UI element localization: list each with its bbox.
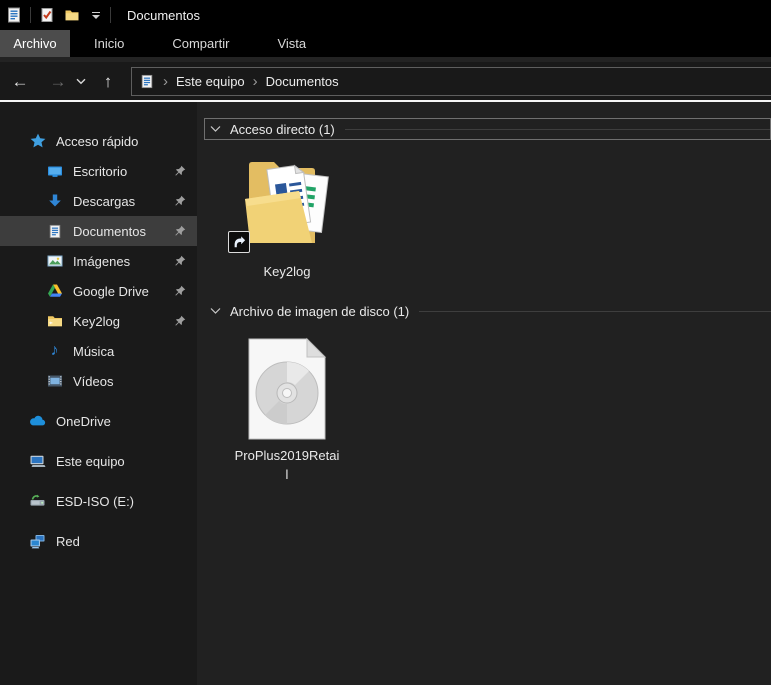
group-title: Acceso directo (1)	[230, 121, 335, 137]
documents-icon	[46, 223, 63, 240]
properties-check-icon[interactable]	[38, 6, 56, 24]
chevron-down-icon	[210, 125, 221, 133]
pin-icon	[173, 165, 186, 178]
sidebar-item-red[interactable]: Red	[0, 526, 197, 556]
group-rule	[419, 310, 771, 312]
window-document-icon	[5, 6, 23, 24]
explorer-window: Documentos Archivo Inicio Compartir Vist…	[0, 0, 771, 685]
group-title: Archivo de imagen de disco (1)	[230, 303, 410, 319]
sidebar-item-label: Acceso rápido	[56, 133, 139, 149]
breadcrumb-documentos[interactable]: Documentos	[266, 74, 339, 89]
tab-vista[interactable]: Vista	[253, 30, 330, 57]
recent-locations-chevron-icon[interactable]	[73, 68, 89, 94]
quick-access-star-icon	[29, 133, 46, 150]
sidebar-item-label: ESD-ISO (E:)	[56, 493, 135, 509]
sidebar-item-imagenes[interactable]: Imágenes	[0, 246, 197, 276]
new-folder-icon[interactable]	[63, 6, 81, 24]
breadcrumb-chevron-icon: ›	[252, 72, 258, 90]
sidebar-item-esd-iso[interactable]: ESD-ISO (E:)	[0, 486, 197, 516]
sidebar-item-documentos[interactable]: Documentos	[0, 216, 197, 246]
sidebar-item-descargas[interactable]: Descargas	[0, 186, 197, 216]
sidebar-item-onedrive[interactable]: OneDrive	[0, 406, 197, 436]
files-view: Acceso directo (1) Key2log Archivo de im…	[197, 102, 771, 685]
file-label: Key2log	[263, 264, 311, 279]
pin-icon	[173, 225, 186, 238]
sidebar-item-musica[interactable]: ♪ Música	[0, 336, 197, 366]
pin-icon	[173, 285, 186, 298]
group-rule	[344, 128, 770, 130]
sidebar-item-label: Este equipo	[56, 453, 125, 469]
file-label: ProPlus2019Retai l	[235, 446, 340, 484]
tab-archivo[interactable]: Archivo	[0, 30, 70, 57]
address-bar[interactable]: › Este equipo › Documentos	[131, 66, 771, 96]
sidebar-item-label: Escritorio	[73, 163, 128, 179]
folder-icon	[46, 313, 63, 330]
title-bar: Documentos	[0, 0, 771, 30]
pin-icon	[173, 315, 186, 328]
sidebar-item-label: Vídeos	[73, 373, 114, 389]
desktop-icon	[46, 163, 63, 180]
tab-inicio[interactable]: Inicio	[70, 30, 148, 57]
pin-icon	[173, 255, 186, 268]
breadcrumb-este-equipo[interactable]: Este equipo	[176, 74, 245, 89]
file-label-line2: l	[285, 467, 289, 482]
sidebar-item-label: Música	[73, 343, 115, 359]
sidebar-item-label: Red	[56, 533, 80, 549]
navigation-toolbar: ← → ↑ › Este equipo › Documentos	[0, 62, 771, 100]
chevron-down-icon	[210, 307, 221, 315]
forward-button[interactable]: →	[45, 68, 71, 94]
music-note-icon: ♪	[50, 342, 59, 359]
shortcut-arrow-icon	[228, 231, 250, 253]
file-item-proplus2019retail[interactable]: ProPlus2019Retai l	[226, 335, 348, 484]
downloads-arrow-icon	[46, 193, 63, 210]
divider	[110, 7, 111, 23]
sidebar-item-label: Documentos	[73, 223, 146, 239]
folder-shortcut-icon	[228, 153, 337, 257]
ribbon-tab-bar: Archivo Inicio Compartir Vista	[0, 30, 771, 57]
onedrive-cloud-icon	[29, 413, 46, 430]
pictures-icon	[46, 253, 63, 270]
window-title: Documentos	[127, 7, 200, 23]
breadcrumb-chevron-icon: ›	[163, 72, 168, 90]
up-button[interactable]: ↑	[95, 68, 121, 94]
sidebar-item-este-equipo[interactable]: Este equipo	[0, 446, 197, 476]
network-icon	[29, 533, 46, 550]
drive-icon	[29, 493, 46, 510]
group-header-acceso-directo[interactable]: Acceso directo (1)	[204, 118, 771, 140]
document-icon	[139, 73, 155, 89]
navigation-pane: Acceso rápido Escritorio Descargas Docum…	[0, 102, 197, 685]
this-pc-icon	[29, 453, 46, 470]
sidebar-item-videos[interactable]: Vídeos	[0, 366, 197, 396]
disc-image-icon	[247, 337, 327, 441]
sidebar-item-label: Imágenes	[73, 253, 131, 269]
sidebar-item-label: OneDrive	[56, 413, 111, 429]
tab-compartir[interactable]: Compartir	[148, 30, 253, 57]
sidebar-item-escritorio[interactable]: Escritorio	[0, 156, 197, 186]
sidebar-item-acceso-rapido[interactable]: Acceso rápido	[0, 126, 197, 156]
file-label-line1: ProPlus2019Retai	[234, 448, 340, 463]
google-drive-icon	[46, 283, 63, 300]
sidebar-item-key2log[interactable]: Key2log	[0, 306, 197, 336]
sidebar-item-label: Descargas	[73, 193, 136, 209]
sidebar-item-label: Key2log	[73, 313, 120, 329]
group-header-imagen-de-disco[interactable]: Archivo de imagen de disco (1)	[204, 300, 771, 322]
file-item-key2log[interactable]: Key2log	[226, 153, 348, 281]
sidebar-item-label: Google Drive	[73, 283, 149, 299]
divider	[30, 7, 31, 23]
videos-film-icon	[46, 373, 63, 390]
pin-icon	[173, 195, 186, 208]
back-button[interactable]: ←	[7, 68, 33, 94]
customize-qat-dropdown-icon[interactable]	[89, 11, 103, 19]
sidebar-item-google-drive[interactable]: Google Drive	[0, 276, 197, 306]
